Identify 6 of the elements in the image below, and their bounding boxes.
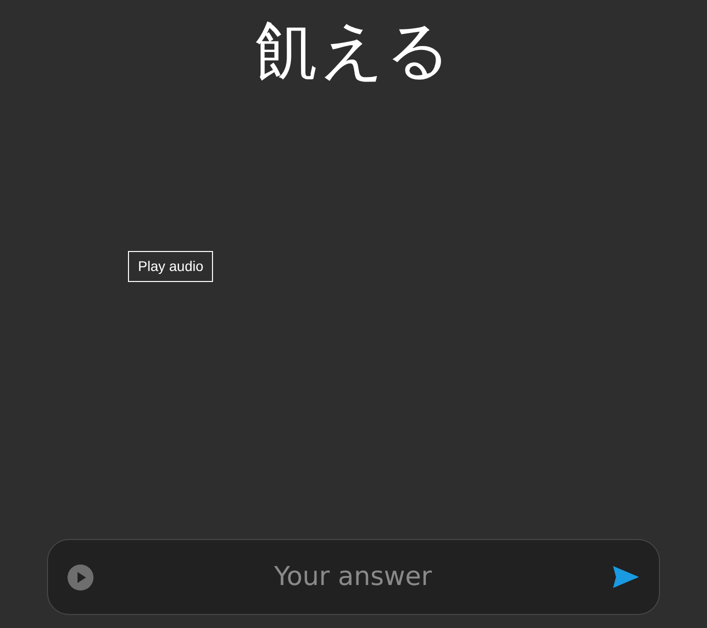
- tooltip: Play audio: [128, 251, 214, 282]
- word-title: 飢える: [256, 13, 452, 90]
- answer-bar[interactable]: Your answer: [47, 539, 660, 615]
- play-icon[interactable]: [67, 564, 94, 590]
- answer-field[interactable]: Your answer: [110, 558, 596, 596]
- send-icon[interactable]: [612, 565, 640, 589]
